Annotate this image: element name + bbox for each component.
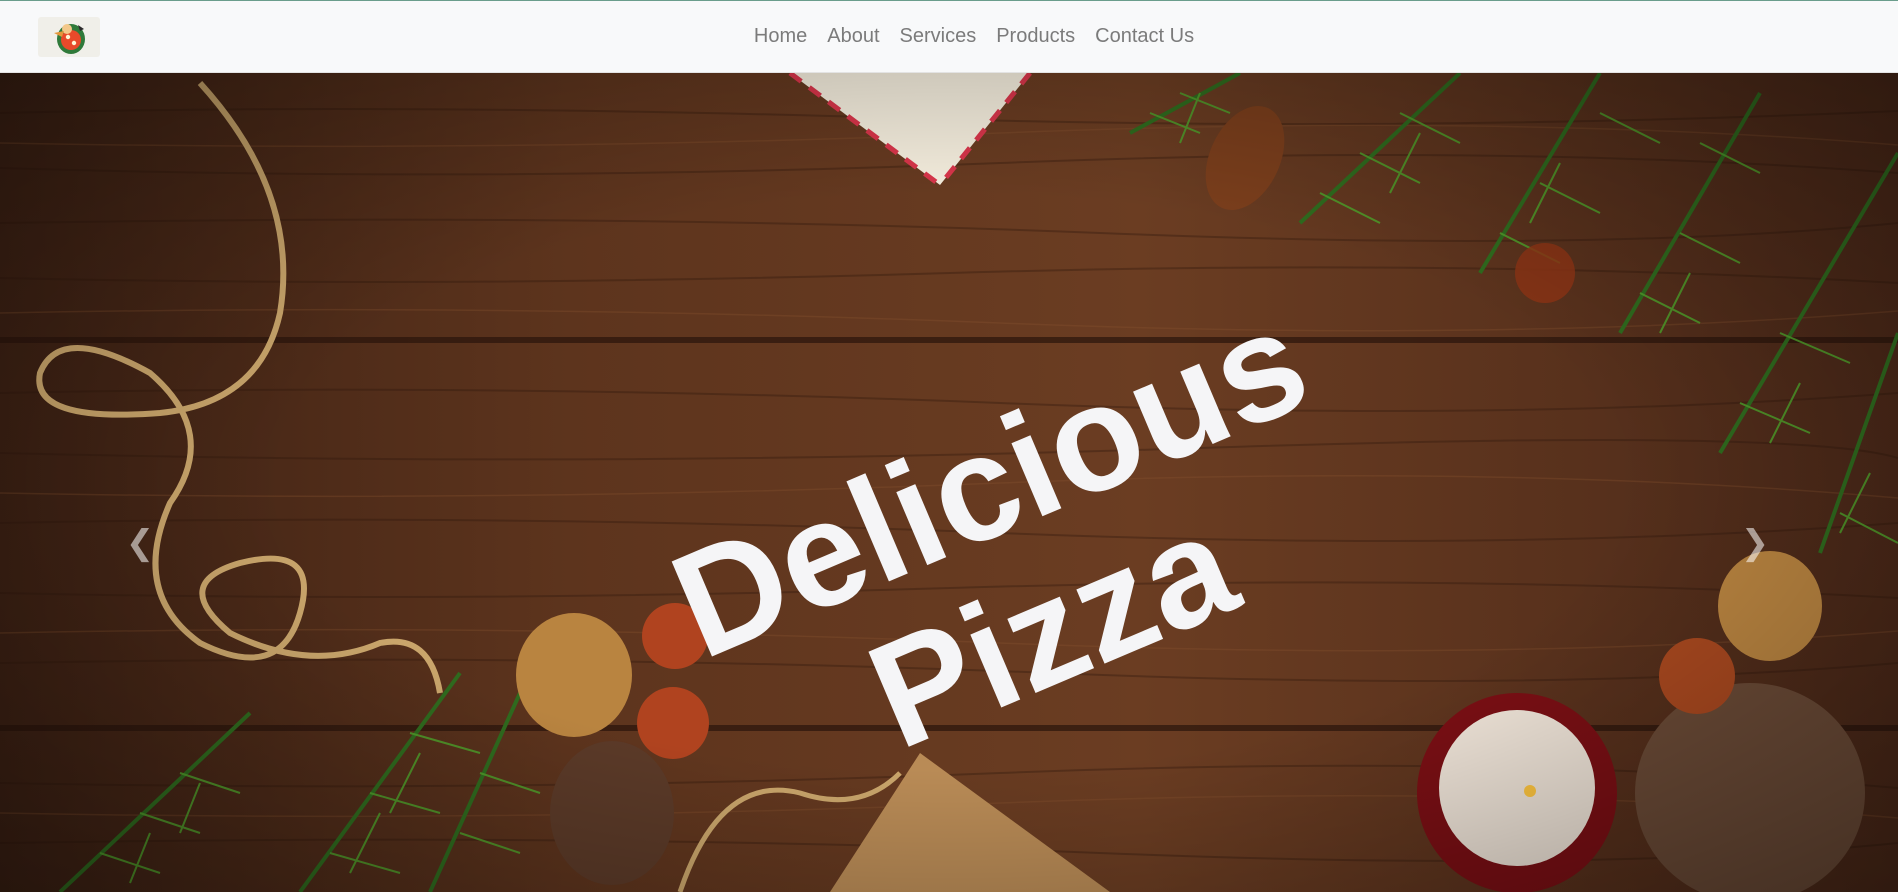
nav-about[interactable]: About xyxy=(827,25,879,48)
chevron-right-icon: ❯ xyxy=(1740,523,1770,563)
nav-home[interactable]: Home xyxy=(754,25,807,48)
chevron-left-icon: ❮ xyxy=(125,523,155,563)
nav-links: Home About Services Products Contact Us xyxy=(0,1,1898,72)
nav-products[interactable]: Products xyxy=(996,25,1075,48)
hero-carousel: Delicious Pizza ❮ ❯ xyxy=(0,73,1898,892)
carousel-prev-button[interactable]: ❮ xyxy=(120,513,160,573)
nav-contact-us[interactable]: Contact Us xyxy=(1095,25,1194,48)
navbar: Home About Services Products Contact Us xyxy=(0,1,1898,73)
carousel-next-button[interactable]: ❯ xyxy=(1735,513,1775,573)
nav-services[interactable]: Services xyxy=(900,25,977,48)
hero-caption: Delicious Pizza xyxy=(650,275,1330,781)
